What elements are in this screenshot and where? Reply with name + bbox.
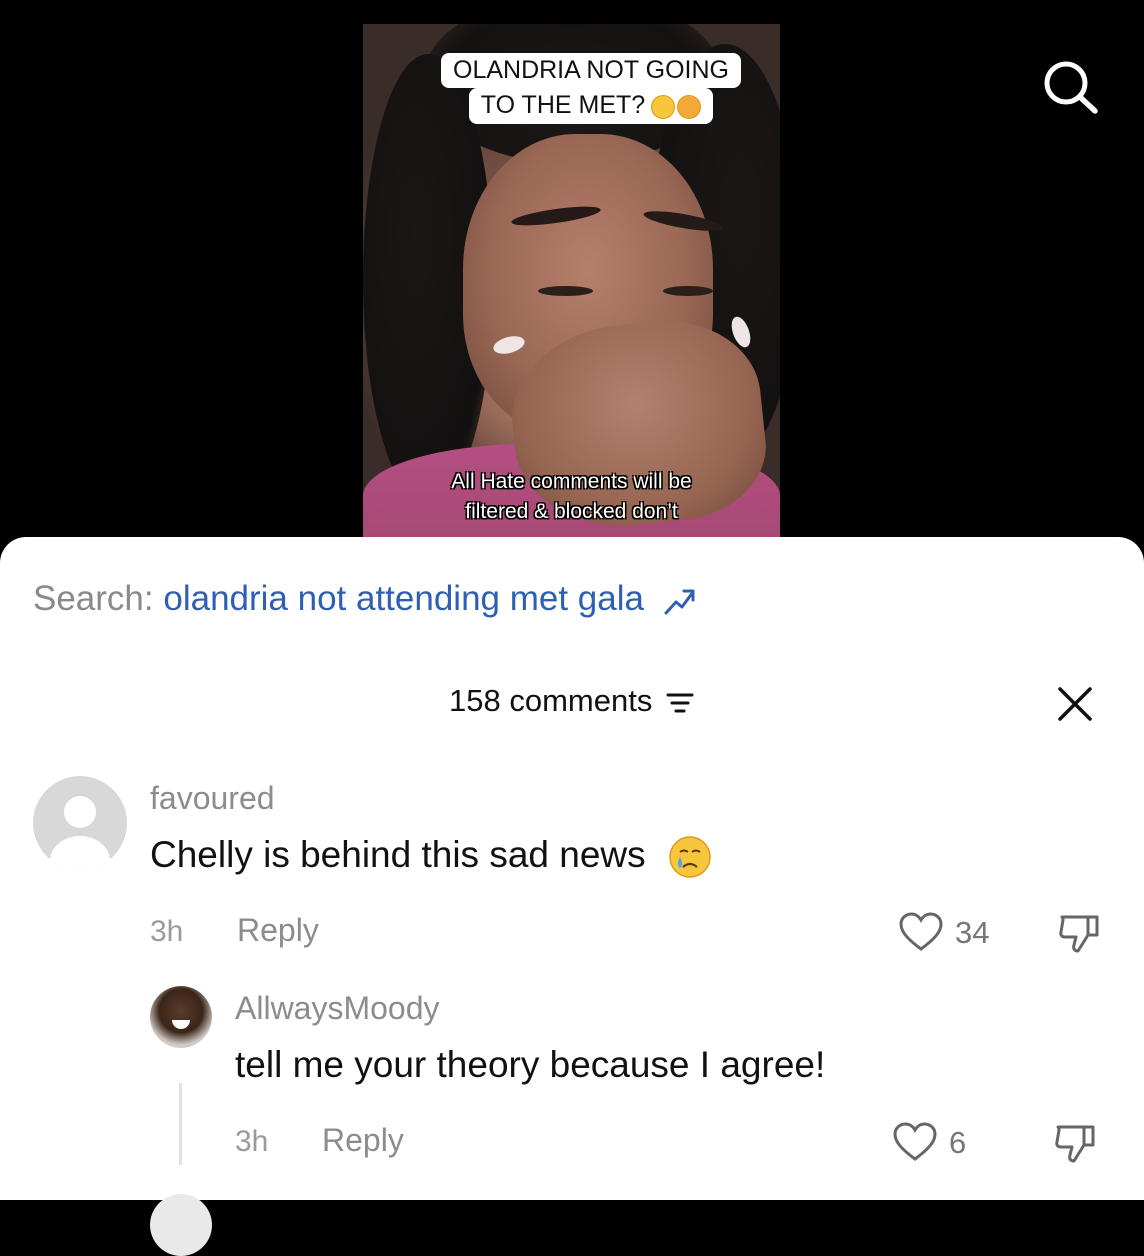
comment-text: Chelly is behind this sad news (150, 834, 712, 879)
reply-text: tell me your theory because I agree! (235, 1044, 826, 1085)
thread-line (179, 1083, 182, 1165)
search-prefix: Search: (33, 579, 154, 618)
tired-face-icon (677, 95, 702, 120)
dislike-icon[interactable] (1052, 1121, 1098, 1165)
eye-left (538, 286, 593, 296)
comments-sheet: Search: olandria not attending met gala … (0, 537, 1144, 1256)
video-caption-top: OLANDRIA NOT GOING TO THE MET? (419, 53, 763, 124)
video-caption-bottom: All Hate comments will be filtered & blo… (363, 467, 780, 527)
caption-line: OLANDRIA NOT GOING (441, 53, 741, 88)
close-icon[interactable] (1056, 685, 1094, 723)
caption-line: All Hate comments will be (451, 470, 692, 493)
reply-username[interactable]: AllwaysMoody (235, 990, 440, 1027)
like-count: 6 (949, 1125, 967, 1160)
filter-icon[interactable] (665, 690, 695, 716)
heart-icon[interactable] (898, 911, 944, 953)
reply-button[interactable]: Reply (237, 912, 319, 949)
heart-icon[interactable] (892, 1121, 938, 1163)
video-area: OLANDRIA NOT GOING TO THE MET? All Hate … (0, 0, 1144, 560)
avatar[interactable] (33, 776, 127, 870)
comments-count: 158 comments (449, 683, 653, 718)
comments-count-header: 158 comments (0, 683, 1144, 719)
search-query-link[interactable]: olandria not attending met gala (163, 579, 644, 618)
avatar[interactable] (150, 986, 212, 1048)
comment-username[interactable]: favoured (150, 780, 275, 817)
search-suggestion[interactable]: Search: olandria not attending met gala (33, 579, 698, 619)
trending-arrow-icon (664, 589, 695, 615)
pleading-face-icon (649, 89, 702, 124)
reply-button[interactable]: Reply (322, 1122, 404, 1159)
caption-line: filtered & blocked don’t (465, 500, 678, 523)
reply-time: 3h (235, 1125, 269, 1158)
comment-time: 3h (150, 915, 184, 948)
like-count: 34 (955, 915, 990, 950)
eye-right (663, 286, 713, 296)
dislike-icon[interactable] (1056, 911, 1102, 955)
crying-face-icon (669, 836, 711, 878)
search-icon[interactable] (1038, 58, 1100, 114)
caption-line: TO THE MET? (468, 88, 714, 124)
avatar[interactable] (150, 1194, 212, 1256)
